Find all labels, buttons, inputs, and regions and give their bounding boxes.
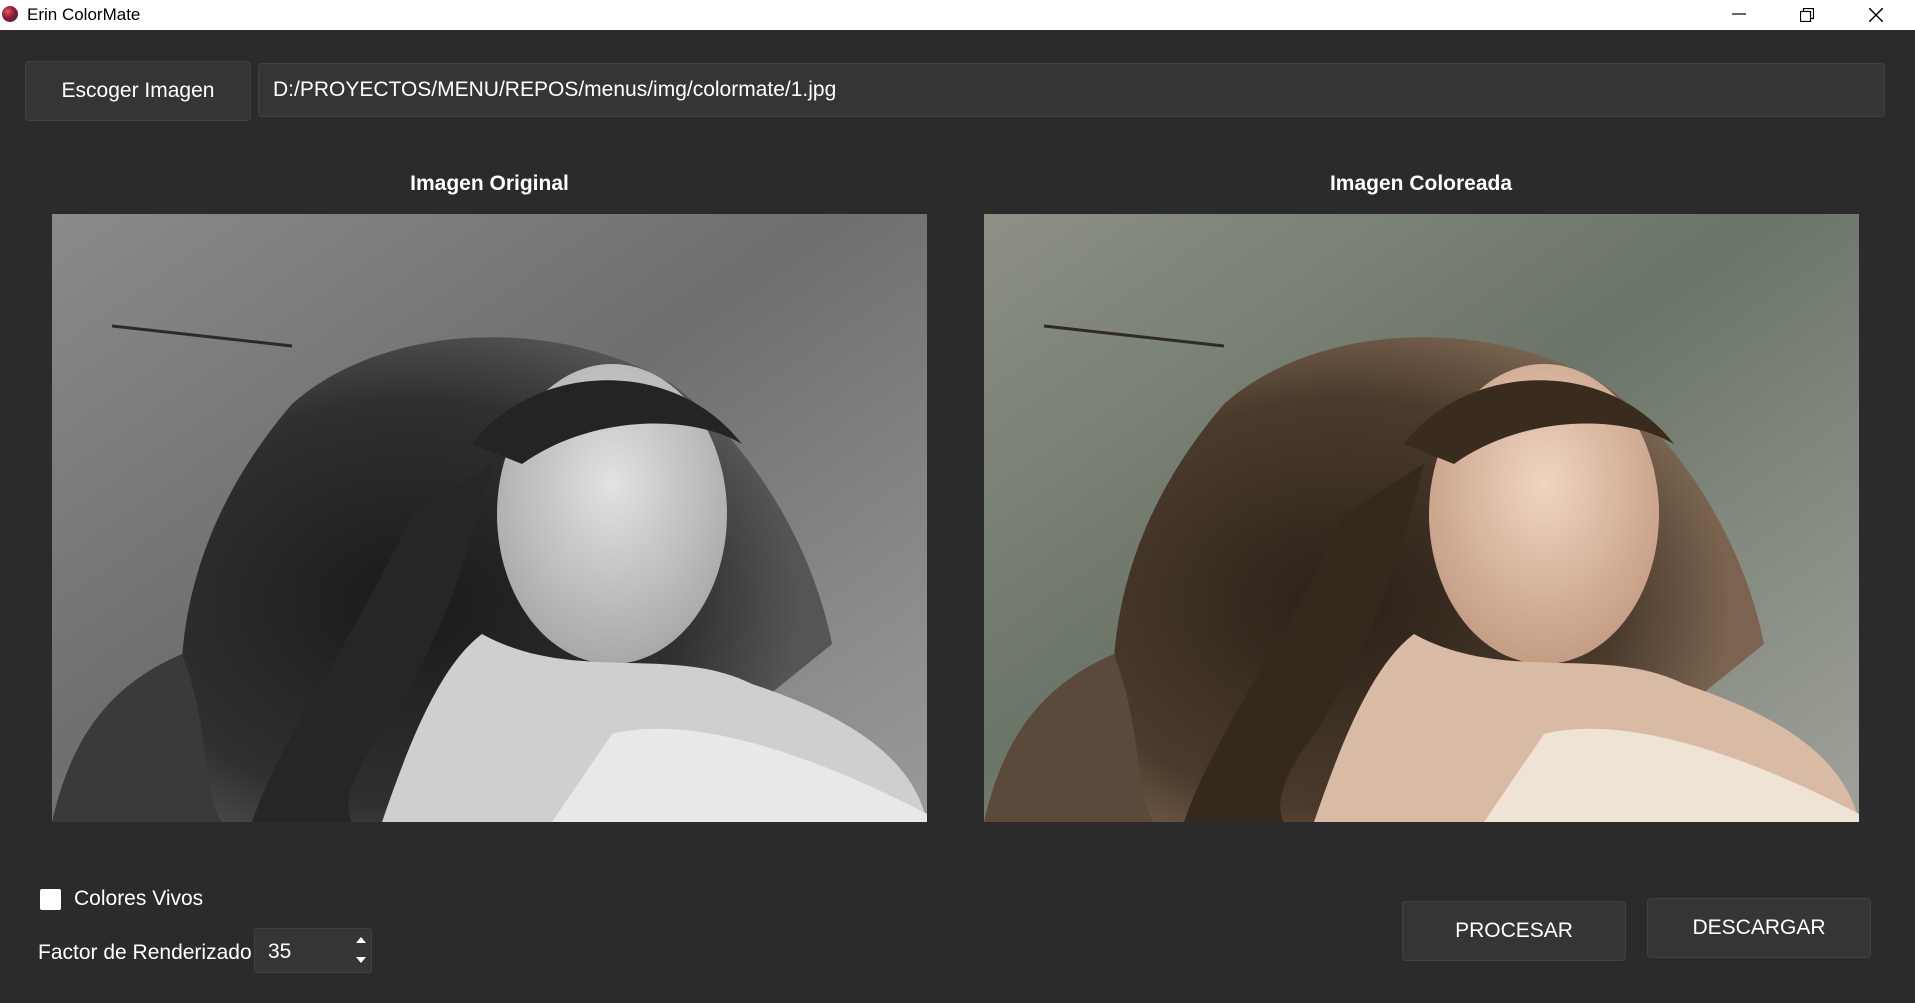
minimize-icon: [1732, 13, 1746, 15]
colored-image-title: Imagen Coloreada: [1329, 172, 1513, 195]
render-factor-label: Factor de Renderizado: [38, 941, 252, 964]
title-bar: Erin ColorMate: [0, 0, 1915, 30]
restore-button[interactable]: [1773, 0, 1841, 30]
chevron-up-icon: [356, 937, 366, 943]
close-icon: [1869, 8, 1883, 22]
colored-image: [984, 214, 1859, 822]
download-button[interactable]: DESCARGAR: [1647, 898, 1871, 958]
choose-image-button[interactable]: Escoger Imagen: [25, 61, 251, 121]
spin-up-button[interactable]: [351, 931, 371, 951]
restore-icon: [1800, 8, 1814, 22]
render-factor-spinbox[interactable]: 35: [254, 928, 372, 973]
window-title: Erin ColorMate: [27, 5, 141, 24]
render-factor-value[interactable]: 35: [268, 940, 291, 964]
original-image-title: Imagen Original: [410, 172, 569, 195]
original-image: [52, 214, 927, 822]
chevron-down-icon: [356, 957, 366, 963]
vivid-colors-label: Colores Vivos: [74, 887, 204, 910]
vivid-colors-checkbox[interactable]: [40, 889, 61, 910]
minimize-button[interactable]: [1705, 0, 1773, 30]
image-path-field[interactable]: D:/PROYECTOS/MENU/REPOS/menus/img/colorm…: [258, 63, 1885, 117]
close-button[interactable]: [1842, 0, 1910, 30]
spin-down-button[interactable]: [351, 951, 371, 971]
app-icon: [2, 6, 18, 22]
process-button[interactable]: PROCESAR: [1402, 901, 1626, 961]
